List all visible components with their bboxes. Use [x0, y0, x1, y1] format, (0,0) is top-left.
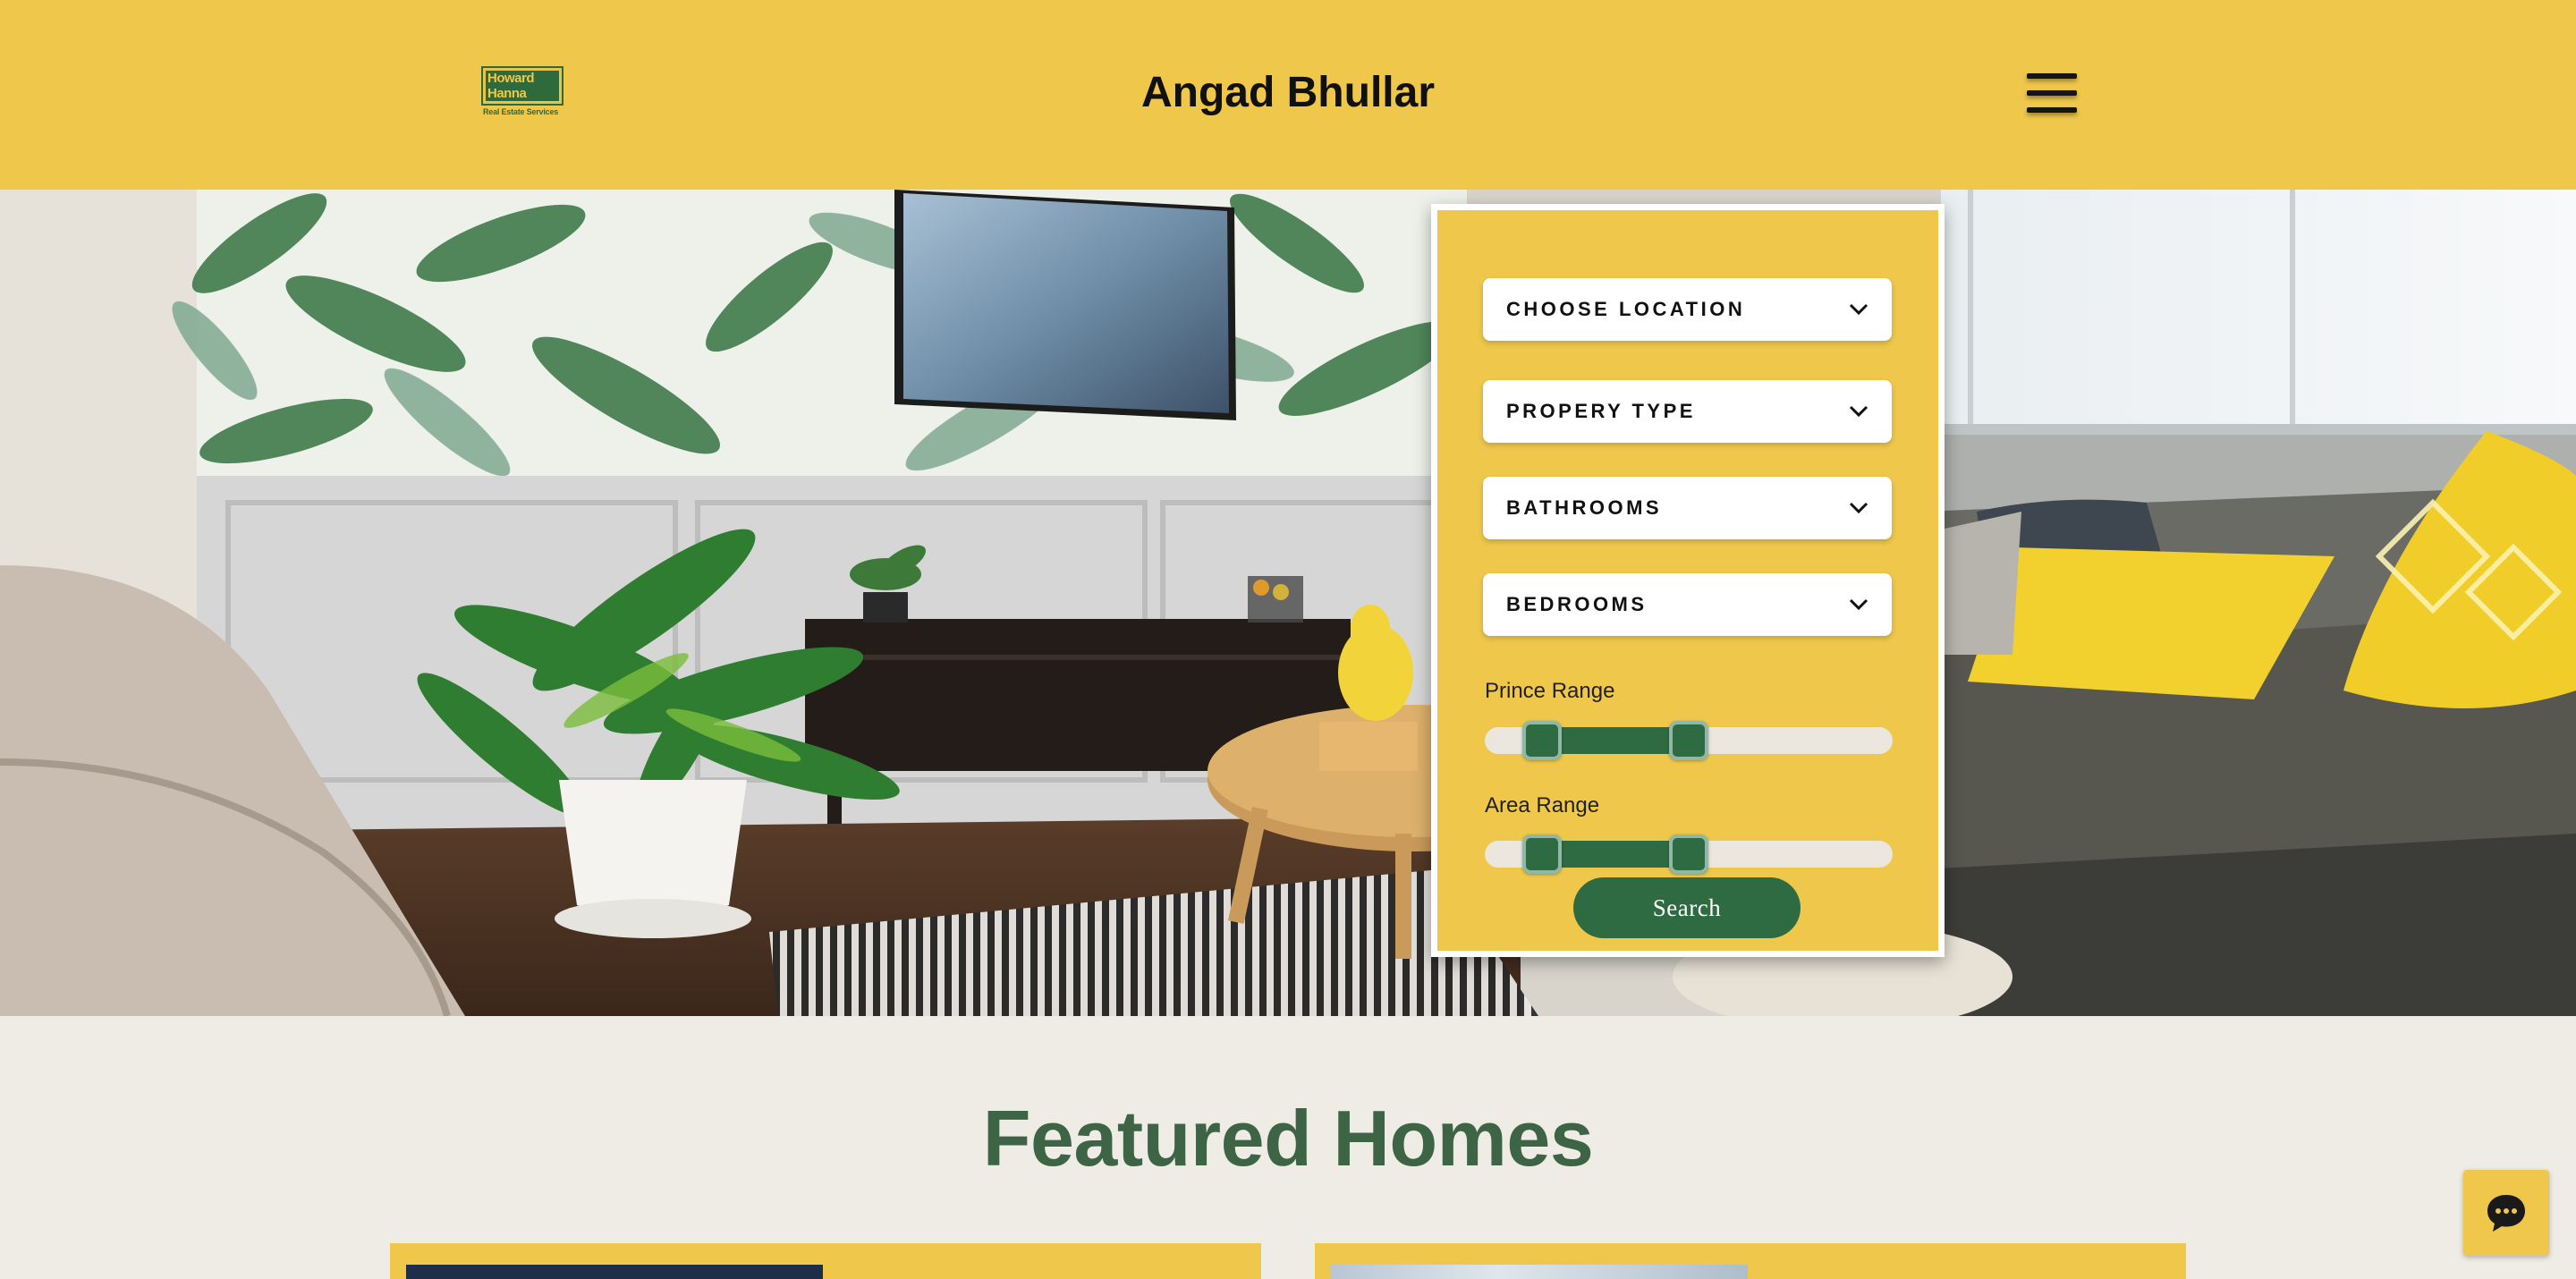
area-range-label: Area Range — [1485, 793, 1600, 817]
brand-logo[interactable]: Howard Hanna Real Estate Services — [481, 66, 565, 118]
price-range-fill — [1541, 727, 1689, 754]
area-range-fill — [1541, 841, 1689, 868]
property-type-dropdown[interactable]: PROPERY TYPE — [1483, 380, 1892, 443]
hamburger-menu-icon[interactable] — [2027, 73, 2077, 113]
chat-widget-button[interactable] — [2463, 1170, 2549, 1256]
chat-bubble-icon — [2487, 1195, 2525, 1232]
logo-mark: Howard Hanna — [481, 66, 564, 106]
logo-line1: Howard — [487, 71, 535, 86]
featured-home-photo — [1331, 1265, 1748, 1279]
featured-homes-heading: Featured Homes — [982, 1094, 1594, 1182]
bedrooms-dropdown-label: BEDROOMS — [1506, 593, 1648, 615]
menu-bar — [2027, 73, 2077, 79]
chevron-down-icon — [1849, 405, 1868, 418]
living-room-illustration — [0, 190, 2576, 1016]
bathrooms-dropdown[interactable]: BATHROOMS — [1483, 477, 1892, 539]
menu-bar — [2027, 107, 2077, 113]
location-dropdown[interactable]: CHOOSE LOCATION — [1483, 278, 1892, 341]
area-range-slider[interactable] — [1485, 834, 1893, 874]
site-title[interactable]: Angad Bhullar — [1073, 68, 1503, 117]
property-type-dropdown-label: PROPERY TYPE — [1506, 400, 1696, 422]
search-button[interactable]: Search — [1573, 877, 1801, 938]
price-range-label: Prince Range — [1485, 679, 1615, 703]
featured-home-card[interactable] — [390, 1243, 1261, 1279]
area-range-min-handle[interactable] — [1521, 834, 1562, 874]
chevron-down-icon — [1849, 502, 1868, 514]
menu-bar — [2027, 90, 2077, 96]
property-search-panel: CHOOSE LOCATION PROPERY TYPE BATHROOMS B… — [1431, 204, 1945, 957]
site-header: Howard Hanna Real Estate Services Angad … — [0, 0, 2576, 190]
location-dropdown-label: CHOOSE LOCATION — [1506, 298, 1746, 320]
logo-tagline: Real Estate Services — [483, 107, 559, 116]
chevron-down-icon — [1849, 303, 1868, 316]
featured-home-photo — [406, 1265, 823, 1279]
hero-image — [0, 190, 2576, 1016]
price-range-max-handle[interactable] — [1669, 721, 1708, 760]
price-range-slider[interactable] — [1485, 721, 1893, 760]
featured-home-card[interactable] — [1315, 1243, 2186, 1279]
logo-line2: Hanna — [487, 86, 527, 101]
bathrooms-dropdown-label: BATHROOMS — [1506, 496, 1663, 519]
price-range-min-handle[interactable] — [1521, 721, 1562, 760]
bedrooms-dropdown[interactable]: BEDROOMS — [1483, 573, 1892, 636]
area-range-max-handle[interactable] — [1669, 834, 1708, 874]
chevron-down-icon — [1849, 598, 1868, 611]
